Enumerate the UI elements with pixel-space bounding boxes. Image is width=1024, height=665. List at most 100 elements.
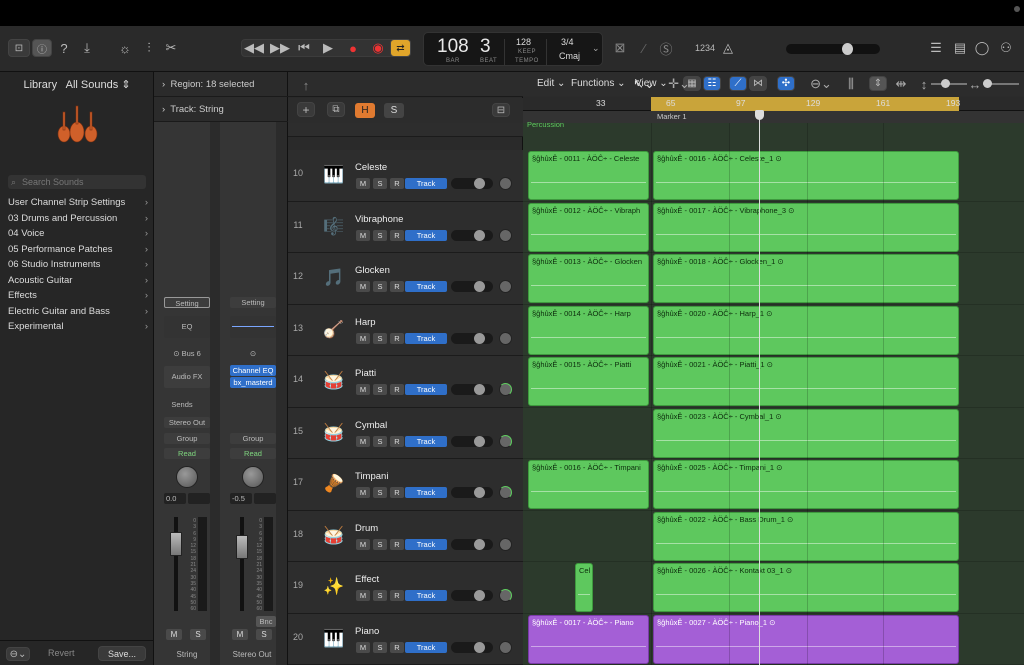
track-name[interactable]: Timpani bbox=[355, 471, 388, 482]
mute-button[interactable]: M bbox=[356, 229, 370, 241]
record-enable-button[interactable]: R bbox=[390, 384, 404, 395]
strip2-volume-value[interactable]: -0.5 bbox=[230, 493, 252, 504]
library-item[interactable]: Acoustic Guitar › bbox=[8, 273, 152, 288]
strip1-group-slot[interactable]: Group bbox=[164, 433, 210, 444]
horizontal-zoom-slider[interactable] bbox=[983, 79, 1019, 88]
library-item[interactable]: Experimental › bbox=[8, 319, 152, 334]
playhead-handle[interactable] bbox=[755, 110, 764, 120]
horizontal-zoom-icon[interactable]: ⇹ bbox=[893, 74, 909, 94]
global-solo-button[interactable]: S bbox=[384, 103, 404, 118]
track-volume-slider[interactable] bbox=[451, 384, 493, 395]
strip1-pan-knob[interactable] bbox=[176, 466, 198, 488]
inspector-toggle-button[interactable]: ⓘ bbox=[32, 39, 52, 57]
mixer-icon[interactable]: ⫶ bbox=[140, 38, 158, 58]
library-item[interactable]: 04 Voice › bbox=[8, 226, 152, 241]
vertical-zoom-icon[interactable]: ⇕ bbox=[869, 76, 887, 91]
add-track-button[interactable]: + bbox=[297, 102, 315, 117]
mute-button[interactable]: M bbox=[356, 384, 370, 395]
track-button[interactable]: Track bbox=[405, 384, 447, 395]
record-enable-button[interactable]: R bbox=[390, 590, 404, 601]
track-name[interactable]: Effect bbox=[355, 574, 379, 585]
track-button[interactable]: Track bbox=[405, 435, 447, 447]
vertical-zoom-knob[interactable] bbox=[941, 79, 950, 88]
revert-button[interactable]: Revert bbox=[48, 648, 75, 658]
track-volume-slider[interactable] bbox=[451, 178, 493, 189]
library-item[interactable]: User Channel Strip Settings › bbox=[8, 195, 152, 210]
region[interactable]: §ĝhûxÊ - 0016 - ÀÖĈ÷ - Timpani bbox=[528, 460, 649, 509]
instrument-icon[interactable]: 🎵 bbox=[321, 265, 347, 291]
region[interactable]: §ĝhûxÊ - 0012 - ÀÖĈ÷ - Vibraph bbox=[528, 202, 649, 252]
playhead[interactable] bbox=[759, 111, 760, 665]
master-volume-slider[interactable] bbox=[786, 43, 880, 55]
region[interactable]: §ĝhûxÊ - 0018 - ÀÖĈ÷ - Glocken_1 ⊙ bbox=[653, 254, 959, 303]
track-pan-knob[interactable] bbox=[499, 331, 512, 345]
region[interactable]: §ĝhûxÊ - 0021 - ÀÖĈ÷ - Piatti_1 ⊙ bbox=[653, 357, 959, 406]
strip2-masterd-slot[interactable]: bx_masterd bbox=[230, 377, 276, 388]
region-inspector-row[interactable]: › Region: 18 selected bbox=[154, 72, 288, 97]
track-row[interactable]: 14 🥁 Piatti M S R Track bbox=[288, 356, 523, 408]
track-pan-knob[interactable] bbox=[499, 280, 512, 293]
track-volume-slider[interactable] bbox=[451, 538, 493, 550]
solo-button[interactable]: S bbox=[373, 332, 387, 344]
mute-button[interactable]: M bbox=[356, 487, 370, 498]
solo-button[interactable]: S bbox=[373, 384, 387, 395]
solo-button[interactable]: S bbox=[373, 641, 387, 653]
tuner-icon[interactable]: ⁄ bbox=[636, 38, 652, 58]
solo-button[interactable]: S bbox=[373, 229, 387, 241]
track-button[interactable]: Track bbox=[405, 590, 447, 601]
vertical-zoom-slider-icon[interactable]: ↕ bbox=[919, 74, 929, 94]
mute-button[interactable]: M bbox=[356, 178, 370, 189]
track-row[interactable]: 17 🪘 Timpani M S R Track bbox=[288, 459, 523, 511]
strip2-group-slot[interactable]: Group bbox=[230, 433, 276, 444]
track-name[interactable]: Vibraphone bbox=[355, 214, 403, 225]
solo-button[interactable]: S bbox=[373, 281, 387, 292]
solo-icon[interactable]: Ⓢ bbox=[658, 38, 674, 58]
region[interactable]: §ĝhûxÊ - 0013 - ÀÖĈ÷ - Glocken bbox=[528, 254, 649, 303]
track-button[interactable]: Track bbox=[405, 229, 447, 241]
strip1-volume-value[interactable]: 0.0 bbox=[164, 493, 186, 504]
metronome-icon[interactable]: ◬ bbox=[720, 38, 736, 58]
region[interactable]: §ĝhûxÊ - 0017 - ÀÖĈ÷ - Vibraphone_3 ⊙ bbox=[653, 202, 959, 252]
track-pan-knob[interactable] bbox=[499, 486, 512, 499]
solo-button[interactable]: S bbox=[373, 435, 387, 447]
track-row[interactable]: 10 🎹 Celeste M S R Track bbox=[288, 150, 523, 202]
track-row[interactable]: 15 🥁 Cymbal M S R Track bbox=[288, 407, 523, 459]
instrument-icon[interactable]: 🥁 bbox=[321, 523, 347, 549]
download-icon[interactable]: ⤓ bbox=[78, 38, 96, 58]
horizontal-zoom-slider-icon[interactable]: ↔ bbox=[969, 74, 982, 94]
track-name[interactable]: Celeste bbox=[355, 162, 387, 173]
back-arrow-icon[interactable]: ↑ bbox=[298, 75, 314, 95]
region[interactable]: §ĝhûxÊ - 0015 - ÀÖĈ÷ - Piatti bbox=[528, 357, 649, 406]
track-name[interactable]: Piano bbox=[355, 626, 379, 637]
instrument-icon[interactable]: 🎹 bbox=[321, 626, 347, 652]
record-enable-button[interactable]: R bbox=[390, 178, 404, 189]
track-pan-knob[interactable] bbox=[499, 537, 512, 551]
record-enable-button[interactable]: R bbox=[390, 281, 404, 292]
mute-button[interactable]: M bbox=[356, 641, 370, 653]
bar-ruler[interactable]: 33 65 97 129 161 193 bbox=[523, 97, 1024, 111]
rewind-icon[interactable]: ◀◀ bbox=[244, 38, 264, 58]
instrument-icon[interactable]: 🎹 bbox=[321, 162, 347, 188]
track-row[interactable]: 20 🎹 Piano M S R Track bbox=[288, 613, 523, 665]
region[interactable]: §ĝhûxÊ - 0025 - ÀÖĈ÷ - Timpani_1 ⊙ bbox=[653, 460, 959, 509]
to-start-icon[interactable]: ⏮ bbox=[296, 38, 312, 58]
track-pan-knob[interactable] bbox=[499, 589, 512, 602]
solo-button[interactable]: S bbox=[373, 487, 387, 498]
region[interactable]: Cel bbox=[575, 563, 593, 612]
library-filter[interactable]: All Sounds bbox=[66, 79, 119, 91]
record-icon[interactable]: ● bbox=[345, 38, 361, 58]
record-enable-button[interactable]: R bbox=[390, 641, 404, 653]
instrument-icon[interactable]: 🎼 bbox=[321, 214, 347, 240]
updown-chevron-icon[interactable]: ⇕ bbox=[121, 79, 130, 91]
strip2-pan-knob[interactable] bbox=[242, 466, 264, 488]
solo-button[interactable]: S bbox=[373, 178, 387, 189]
track-pan-knob[interactable] bbox=[499, 228, 512, 242]
record-enable-button[interactable]: R bbox=[390, 538, 404, 550]
track-name[interactable]: Drum bbox=[355, 523, 378, 534]
instrument-icon[interactable]: 🥁 bbox=[321, 368, 347, 394]
region[interactable]: §ĝhûxÊ - 0017 - ÀÖĈ÷ - Piano bbox=[528, 614, 649, 664]
track-name[interactable]: Piatti bbox=[355, 368, 376, 379]
volume-knob[interactable] bbox=[842, 43, 853, 55]
strip1-automation-slot[interactable]: Read bbox=[164, 448, 210, 459]
cycle-button[interactable]: ⇄ bbox=[390, 39, 411, 57]
